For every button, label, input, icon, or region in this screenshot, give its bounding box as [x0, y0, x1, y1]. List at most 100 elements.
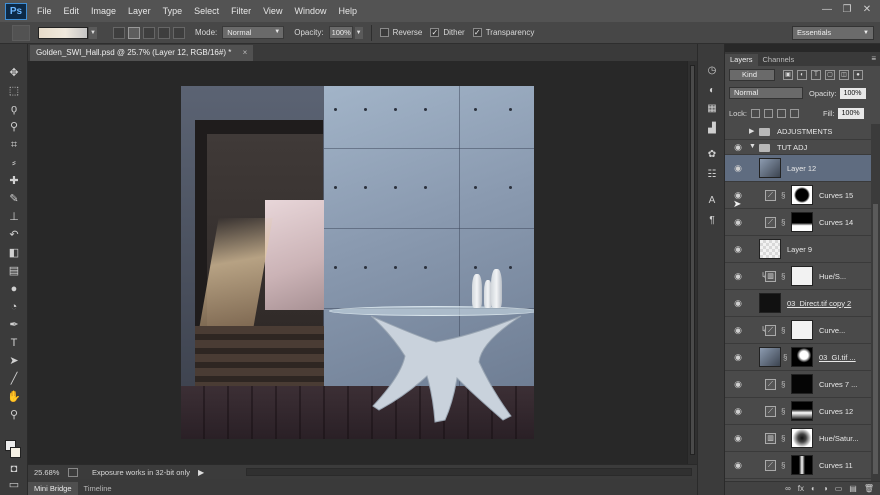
status-menu-arrow[interactable]: ▶: [198, 468, 204, 477]
layer-row[interactable]: ◉↳▥§Hue/S...: [725, 263, 871, 290]
layer-row[interactable]: ◉ § 03_GI.tif ...: [725, 344, 871, 371]
diamond-gradient-icon[interactable]: [173, 26, 185, 39]
menu-select[interactable]: Select: [188, 6, 225, 16]
angle-gradient-icon[interactable]: [143, 26, 155, 39]
move-icon[interactable]: ✥: [7, 66, 21, 80]
opacity-dropdown-arrow[interactable]: ▼: [354, 26, 363, 39]
transparency-checkbox[interactable]: ✓: [472, 28, 482, 37]
layer-mask-thumbnail[interactable]: [791, 266, 813, 286]
visibility-eye-icon[interactable]: ◉: [730, 126, 746, 137]
visibility-eye-icon[interactable]: ◉: [730, 406, 746, 417]
type-filter-icon[interactable]: T: [811, 70, 821, 80]
reflected-gradient-icon[interactable]: [158, 26, 170, 39]
visibility-eye-icon[interactable]: ◉: [730, 352, 746, 363]
pixel-filter-icon[interactable]: ▣: [783, 70, 793, 80]
dither-checkbox[interactable]: ✓: [430, 28, 440, 37]
layer-row[interactable]: ◉ Layer 9: [725, 236, 871, 263]
expand-arrow-icon[interactable]: ▶: [749, 127, 754, 135]
gradient-icon[interactable]: ▤: [7, 264, 21, 278]
hand-icon[interactable]: ✋: [7, 390, 21, 404]
close-icon[interactable]: ×: [243, 45, 248, 61]
blend-mode-select[interactable]: Normal: [729, 87, 803, 99]
curves-icon[interactable]: ⟋: [765, 378, 776, 390]
linear-gradient-icon[interactable]: [113, 26, 125, 39]
histogram-icon[interactable]: ▟: [705, 122, 719, 136]
gradient-picker[interactable]: [38, 26, 88, 39]
menu-type[interactable]: Type: [157, 6, 189, 16]
crop-icon[interactable]: ⌗: [7, 138, 21, 152]
link-chain-icon[interactable]: §: [781, 326, 785, 335]
hue-saturation-icon[interactable]: ▥: [765, 270, 776, 282]
curves-icon[interactable]: ⟋: [765, 405, 776, 417]
adjustment-filter-icon[interactable]: ◐: [797, 70, 807, 80]
radial-gradient-icon[interactable]: [128, 26, 140, 39]
history-icon[interactable]: ◷: [705, 64, 719, 78]
layer-mask-thumbnail[interactable]: [791, 185, 813, 205]
layer-mask-thumbnail[interactable]: [791, 374, 813, 394]
opacity-field[interactable]: 100%: [328, 26, 353, 39]
screen-mode-icon[interactable]: ▭: [7, 478, 21, 492]
paragraph-icon[interactable]: ¶: [705, 214, 719, 228]
visibility-eye-icon[interactable]: ◉: [730, 244, 746, 255]
quick-select-icon[interactable]: ⚲: [7, 120, 21, 134]
eyedropper-icon[interactable]: ⸗: [7, 156, 21, 170]
layer-row[interactable]: ◉ ⟋ § Curves 12: [725, 398, 871, 425]
pen-icon[interactable]: ✒: [7, 318, 21, 332]
brush-preset-icon[interactable]: ✿: [705, 148, 719, 162]
restore-button[interactable]: ❐: [840, 3, 854, 17]
visibility-eye-icon[interactable]: ◉: [730, 460, 746, 471]
eraser-icon[interactable]: ◧: [7, 246, 21, 260]
layer-row[interactable]: ◉ ⟋ § Curves 15: [725, 182, 871, 209]
visibility-eye-icon[interactable]: ◉: [730, 298, 746, 309]
quick-mask-icon[interactable]: ◘: [7, 462, 21, 476]
scroll-thumb[interactable]: [690, 65, 695, 455]
layer-mask-thumbnail[interactable]: [791, 428, 813, 448]
menu-file[interactable]: File: [31, 6, 58, 16]
menu-view[interactable]: View: [257, 6, 288, 16]
lasso-icon[interactable]: ϙ: [7, 102, 21, 116]
type-icon[interactable]: T: [7, 336, 21, 350]
close-window-button[interactable]: ✕: [860, 3, 874, 17]
document-info-icon[interactable]: [68, 467, 78, 477]
new-layer-icon[interactable]: ▤: [849, 484, 857, 493]
tab-mini-bridge[interactable]: Mini Bridge: [28, 482, 78, 495]
panel-menu-icon[interactable]: ≡: [871, 54, 876, 63]
character-icon[interactable]: A: [705, 194, 719, 208]
reverse-checkbox[interactable]: [379, 28, 389, 37]
layer-mask-thumbnail[interactable]: [791, 320, 813, 340]
visibility-eye-icon[interactable]: ◉: [730, 325, 746, 336]
link-chain-icon[interactable]: §: [781, 191, 785, 200]
marquee-icon[interactable]: ⬚: [7, 84, 21, 98]
link-chain-icon[interactable]: §: [781, 434, 785, 443]
layer-row[interactable]: ◉↳⟋§Curve...: [725, 317, 871, 344]
link-chain-icon[interactable]: §: [781, 272, 785, 281]
layer-row[interactable]: ◉ ▼ TUT ADJ: [725, 140, 871, 155]
layer-row[interactable]: ◉ ⟋ § Curves 7 ...: [725, 371, 871, 398]
link-chain-icon[interactable]: §: [781, 461, 785, 470]
fill-field[interactable]: 100%: [837, 107, 864, 119]
path-select-icon[interactable]: ➤: [7, 354, 21, 368]
link-chain-icon[interactable]: §: [783, 353, 787, 362]
layer-opacity-field[interactable]: 100%: [839, 87, 866, 99]
layer-row[interactable]: ◉ ▥ § Hue/Satur...: [725, 425, 871, 452]
link-chain-icon[interactable]: §: [781, 407, 785, 416]
document-image[interactable]: [181, 86, 534, 439]
properties-icon[interactable]: ☷: [705, 168, 719, 182]
layer-style-icon[interactable]: fx: [798, 484, 804, 493]
curves-icon[interactable]: ⟋: [765, 189, 776, 201]
tab-layers[interactable]: Layers: [725, 54, 758, 66]
delete-layer-icon[interactable]: 🗑: [864, 484, 874, 493]
curves-icon[interactable]: ⟋: [765, 324, 776, 336]
canvas-horizontal-scrollbar[interactable]: [246, 468, 692, 476]
gradient-dropdown-arrow[interactable]: ▼: [89, 26, 97, 39]
layer-row[interactable]: ◉ 03_Direct.tif copy 2: [725, 290, 871, 317]
history-brush-icon[interactable]: ↶: [7, 228, 21, 242]
filter-toggle-icon[interactable]: ●: [853, 70, 863, 80]
layer-mask-thumbnail[interactable]: [791, 347, 813, 367]
swatches-icon[interactable]: ▦: [705, 102, 719, 116]
layers-scrollbar[interactable]: [871, 124, 880, 481]
link-chain-icon[interactable]: §: [781, 218, 785, 227]
layer-row[interactable]: ◉ Layer 12: [725, 155, 871, 182]
document-tab[interactable]: Golden_SWI_Hall.psd @ 25.7% (Layer 12, R…: [30, 45, 254, 61]
visibility-eye-icon[interactable]: ◉: [730, 379, 746, 390]
